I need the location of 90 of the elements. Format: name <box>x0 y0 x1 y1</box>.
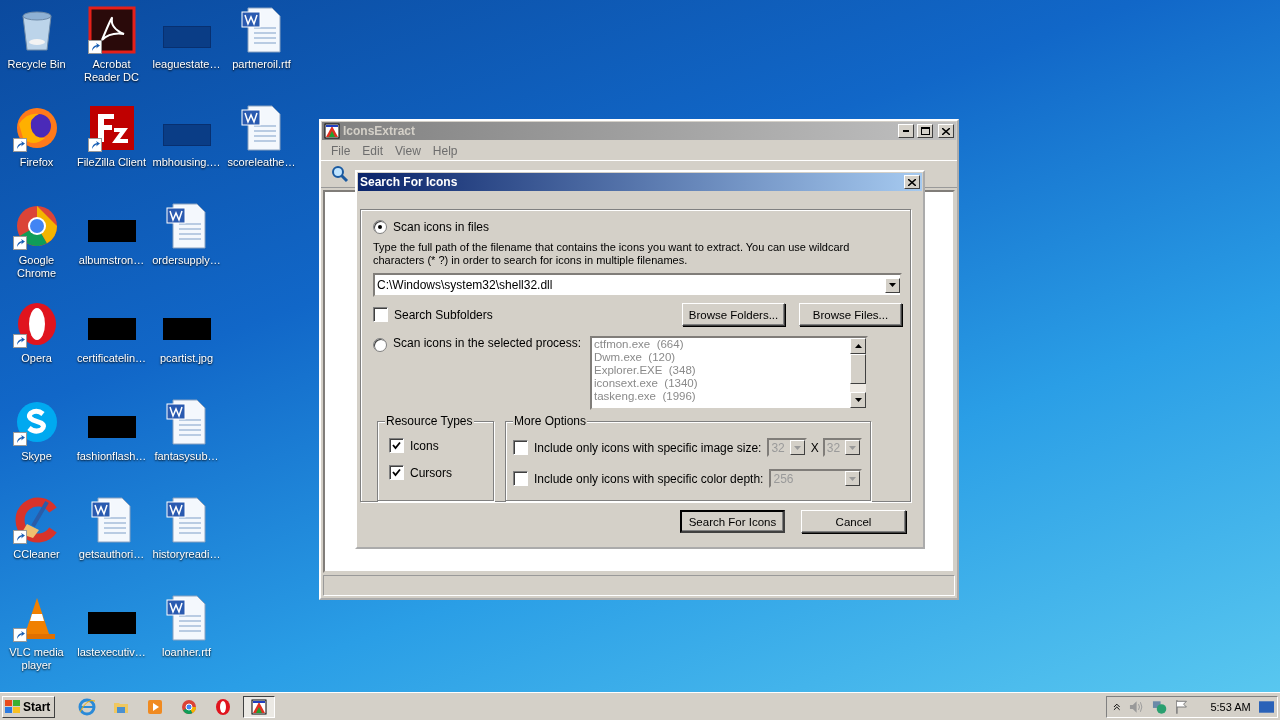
thumbnail-icon <box>162 124 211 146</box>
caret-up-icon <box>854 344 862 348</box>
acrobat-icon <box>87 6 136 54</box>
desktop-icon-label[interactable]: leaguestate… <box>152 58 221 71</box>
close-icon <box>942 127 950 135</box>
checkbox[interactable] <box>389 438 404 453</box>
search-icon[interactable] <box>331 165 349 183</box>
thumbnail-icon <box>87 220 136 242</box>
checkbox[interactable] <box>373 307 388 322</box>
desktop-icon-label[interactable]: fashionflash… <box>76 450 147 463</box>
opera-icon <box>214 697 233 716</box>
desktop-icon-label[interactable]: Opera <box>21 352 52 365</box>
menu-item[interactable]: Edit <box>356 143 390 158</box>
checkbox[interactable] <box>389 465 404 480</box>
desktop-icon-label[interactable]: fantasysub… <box>154 450 219 463</box>
internet-explorer-icon <box>78 697 97 716</box>
caret-down-icon <box>849 445 856 450</box>
dropdown-button[interactable] <box>885 277 900 293</box>
flag-icon[interactable] <box>1175 698 1189 715</box>
media-player-icon <box>146 697 165 716</box>
show-desktop-icon[interactable] <box>1258 699 1274 714</box>
checkbox-label: Include only icons with specific image size: <box>534 440 762 455</box>
minimize-button[interactable] <box>898 124 914 138</box>
caret-down-icon <box>889 283 896 287</box>
checkbox-label: Search Subfolders <box>394 307 494 322</box>
clock[interactable]: 5:53 AM <box>1210 700 1251 713</box>
desktop-icon-label[interactable]: Skype <box>21 450 52 463</box>
desktop-icon-label[interactable]: Firefox <box>19 156 54 169</box>
app-icon <box>251 698 268 715</box>
close-button[interactable] <box>938 124 954 138</box>
menu-item[interactable]: Help <box>426 143 464 158</box>
minimize-icon <box>903 130 909 132</box>
desktop-icon-label[interactable]: Recycle Bin <box>7 58 66 71</box>
path-combo-box[interactable]: C:\Windows\system32\shell32.dll <box>373 273 902 297</box>
caret-down-icon <box>854 398 862 402</box>
thumbnail-icon <box>162 26 211 48</box>
desktop-icon-label[interactable]: Acrobat Reader DC <box>74 58 149 84</box>
dialog-title: Search For Icons <box>360 175 459 189</box>
desktop-icon-label[interactable]: mbhousing.… <box>152 156 221 169</box>
desktop-icon-label[interactable]: albumstron… <box>78 254 145 267</box>
group-title: Resource Types <box>385 414 474 428</box>
group-title: More Options <box>513 414 588 428</box>
radio-label: Scan icons in files <box>393 220 490 234</box>
instructions-text: Type the full path of the filename that contains the icons you want to extract. You can use wildcard characters (* ?) in order to search for icons in multiple filenames. <box>373 241 851 267</box>
radio-button[interactable] <box>373 220 387 234</box>
thumbnail-icon <box>162 318 211 340</box>
windows-logo-icon <box>5 699 21 714</box>
desktop-icon-label[interactable]: Google Chrome <box>0 254 74 280</box>
taskbar-button[interactable] <box>243 695 276 718</box>
start-button[interactable]: Start <box>2 695 56 718</box>
desktop-icon-label[interactable]: loanher.rtf <box>162 646 211 659</box>
browse-button[interactable]: Browse Folders... <box>682 303 785 326</box>
times-sign: X <box>810 440 819 455</box>
browse-button[interactable]: Browse Files... <box>799 303 902 326</box>
menu-item[interactable]: View <box>389 143 427 158</box>
thumbnail-icon <box>87 612 136 634</box>
close-button[interactable] <box>904 175 920 189</box>
checkbox-label: Include only icons with specific color depth: <box>534 471 764 486</box>
desktop-icon-label[interactable]: VLC media player <box>0 646 74 672</box>
filezilla-icon <box>87 104 136 152</box>
desktop-icon-label[interactable]: pcartist.jpg <box>159 352 214 365</box>
thumbnail-icon <box>87 318 136 340</box>
desktop-icon-label[interactable]: CCleaner <box>13 548 60 561</box>
desktop-icon-label[interactable]: getsauthori… <box>78 548 145 561</box>
menu-item[interactable]: File <box>325 143 357 158</box>
checkmark-icon <box>392 441 401 450</box>
window-title: IconsExtract <box>343 124 417 138</box>
radio-label: Scan icons in the selected process: <box>393 336 583 350</box>
checkbox-label: Icons <box>410 438 439 453</box>
radio-button[interactable] <box>373 338 387 352</box>
app-icon <box>324 123 340 139</box>
maximize-button[interactable] <box>917 124 933 138</box>
desktop-icon-label[interactable]: ordersupply… <box>152 254 221 267</box>
caret-down-icon <box>849 476 856 481</box>
desktop-icon-label[interactable]: scoreleathe… <box>227 156 296 169</box>
desktop-icon-label[interactable]: FileZilla Client <box>76 156 147 169</box>
desktop-icon-label[interactable]: lastexecutiv… <box>77 646 146 659</box>
desktop-icon-label[interactable]: historyreadi… <box>152 548 221 561</box>
search-button[interactable]: Search For Icons <box>680 510 785 533</box>
desktop-icon-label[interactable]: certificatelin… <box>76 352 147 365</box>
caret-down-icon <box>793 445 801 450</box>
checkbox-label: Cursors <box>410 465 452 480</box>
desktop-icon-label[interactable]: partneroil.rtf <box>232 58 291 71</box>
checkmark-icon <box>392 468 401 477</box>
close-icon <box>908 178 916 186</box>
thumbnail-icon <box>87 416 136 438</box>
chevron-up-icon[interactable] <box>1113 702 1121 711</box>
chrome-icon <box>180 697 199 716</box>
cancel-button[interactable]: Cancel <box>801 510 906 533</box>
maximize-icon <box>920 127 930 135</box>
